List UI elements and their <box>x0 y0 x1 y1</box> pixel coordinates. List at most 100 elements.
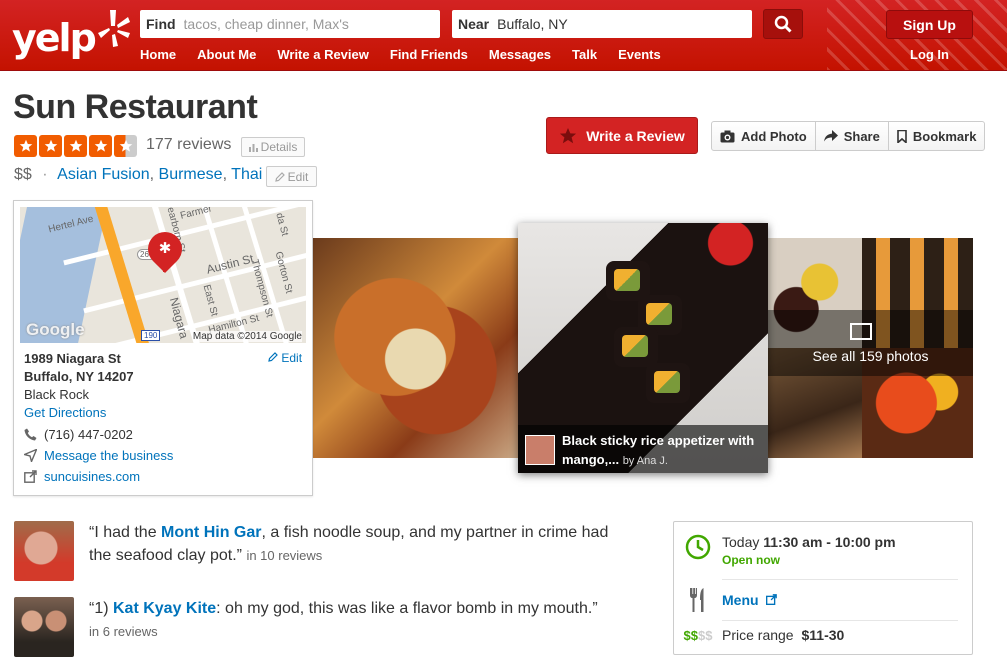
phone-row: (716) 447-0202 <box>24 427 133 442</box>
menu-row: Menu <box>674 588 972 612</box>
photo-stack-icon <box>850 323 872 340</box>
category-link[interactable]: Asian Fusion <box>57 166 150 183</box>
price-level: $$ <box>14 166 32 183</box>
pencil-icon <box>268 352 278 362</box>
camera-icon <box>720 130 735 142</box>
message-business-link[interactable]: Message the business <box>44 448 173 463</box>
share-button[interactable]: Share <box>816 122 889 150</box>
near-input[interactable] <box>497 16 728 32</box>
phone-icon <box>24 428 37 441</box>
nav-events[interactable]: Events <box>618 47 661 62</box>
price-and-categories: $$ · Asian Fusion, Burmese, Thai <box>14 166 263 183</box>
bookmark-icon <box>897 129 907 143</box>
logo-text: yelp <box>12 16 97 60</box>
details-button[interactable]: Details <box>241 137 305 157</box>
yelp-logo[interactable]: yelp <box>12 6 130 64</box>
hours-row: Today 11:30 am - 10:00 pm Open now <box>674 534 972 567</box>
add-photo-button[interactable]: Add Photo <box>712 122 816 150</box>
nav-messages[interactable]: Messages <box>489 47 551 62</box>
star-icon <box>14 135 37 157</box>
price-range-value: $11-30 <box>801 627 845 643</box>
sign-up-button[interactable]: Sign Up <box>886 10 973 39</box>
star-icon <box>64 135 87 157</box>
address-line-1: 1989 Niagara St <box>24 351 121 366</box>
review-count[interactable]: 177 reviews <box>146 136 231 154</box>
open-status: Open now <box>722 553 780 567</box>
photo-detail <box>646 363 690 403</box>
website-link[interactable]: suncuisines.com <box>44 469 140 484</box>
user-avatar[interactable] <box>14 597 74 657</box>
price-row: $$ $$ Price range $11-30 <box>674 627 972 643</box>
review-highlight: “I had the Mont Hin Gar, a fish noodle s… <box>14 521 629 581</box>
review-mentions-count[interactable]: in 6 reviews <box>89 624 158 639</box>
map-highway <box>90 207 158 343</box>
caption-author: by Ana J. <box>622 455 668 467</box>
neighborhood: Black Rock <box>24 387 90 402</box>
star-icon <box>560 127 577 143</box>
business-info-box: Today 11:30 am - 10:00 pm Open now Menu … <box>673 521 973 655</box>
location-card: Hertel Ave Austin St Gorton St Thompson … <box>13 200 313 496</box>
today-hours: 11:30 am - 10:00 pm <box>763 534 896 550</box>
star-icon <box>89 135 112 157</box>
action-buttons: Add Photo Share Bookmark <box>711 121 986 151</box>
bookmark-label: Bookmark <box>912 128 977 144</box>
category-link[interactable]: Thai <box>231 166 262 183</box>
map[interactable]: Hertel Ave Austin St Gorton St Thompson … <box>20 207 306 343</box>
featured-photo[interactable]: Black sticky rice appetizer with mango,.… <box>518 223 768 473</box>
photo-caption[interactable]: Black sticky rice appetizer with mango,.… <box>518 425 768 473</box>
write-review-label: Write a Review <box>586 127 685 144</box>
user-avatar[interactable] <box>525 435 555 465</box>
separator: · <box>42 166 48 183</box>
get-directions-link[interactable]: Get Directions <box>24 405 106 420</box>
website-row: suncuisines.com <box>24 469 140 484</box>
review-quote: “I had the Mont Hin Gar, a fish noodle s… <box>89 521 629 581</box>
user-avatar[interactable] <box>14 521 74 581</box>
map-pin-tip <box>163 262 166 272</box>
log-in-link[interactable]: Log In <box>910 47 949 62</box>
edit-categories-button[interactable]: Edit <box>266 166 317 187</box>
near-field[interactable]: Near <box>452 10 752 38</box>
dish-link[interactable]: Mont Hin Gar <box>161 524 261 541</box>
find-field[interactable]: Find <box>140 10 440 38</box>
share-arrow-icon <box>823 130 838 142</box>
nav-find-friends[interactable]: Find Friends <box>390 47 468 62</box>
menu-link[interactable]: Menu <box>722 592 778 608</box>
edit-label: Edit <box>281 351 303 365</box>
details-label: Details <box>260 140 298 154</box>
phone-number: (716) 447-0202 <box>44 427 133 442</box>
message-row: Message the business <box>24 448 173 463</box>
nav-write-review[interactable]: Write a Review <box>277 47 369 62</box>
category-link[interactable]: Burmese <box>159 166 223 183</box>
review-quote: “1) Kat Kyay Kite: oh my god, this was l… <box>89 597 629 657</box>
review-mentions-count[interactable]: in 10 reviews <box>246 548 322 563</box>
find-input[interactable] <box>183 16 414 32</box>
top-header: yelp Find Near Home About Me Write a Rev… <box>0 0 1007 71</box>
pencil-icon <box>274 171 285 182</box>
google-logo: Google <box>26 320 85 339</box>
edit-address-link[interactable]: Edit <box>268 351 302 365</box>
external-link-icon <box>24 470 37 483</box>
search-button[interactable] <box>763 9 803 39</box>
dish-link[interactable]: Kat Kyay Kite <box>113 600 216 617</box>
divider <box>722 620 958 621</box>
business-photo[interactable] <box>312 238 519 458</box>
quote-text: : oh my god, this was like a flavor bomb… <box>216 600 598 617</box>
price-range-label: Price range <box>722 627 794 643</box>
price-active: $$ <box>683 627 698 643</box>
write-review-button[interactable]: Write a Review <box>546 117 698 154</box>
nav-talk[interactable]: Talk <box>572 47 597 62</box>
menu-label: Menu <box>722 592 759 608</box>
star-rating <box>14 135 137 157</box>
review-highlight: “1) Kat Kyay Kite: oh my god, this was l… <box>14 597 629 657</box>
divider <box>722 579 958 580</box>
quote-text: “1) <box>89 600 113 617</box>
map-label: da St <box>273 211 291 238</box>
send-message-icon <box>24 449 37 462</box>
bookmark-button[interactable]: Bookmark <box>889 122 985 150</box>
nav-about-me[interactable]: About Me <box>197 47 256 62</box>
see-all-photos-link[interactable]: See all 159 photos <box>768 310 973 376</box>
add-photo-label: Add Photo <box>741 128 807 144</box>
find-label: Find <box>146 16 176 32</box>
price-inactive: $$ <box>698 627 713 643</box>
nav-home[interactable]: Home <box>140 47 176 62</box>
